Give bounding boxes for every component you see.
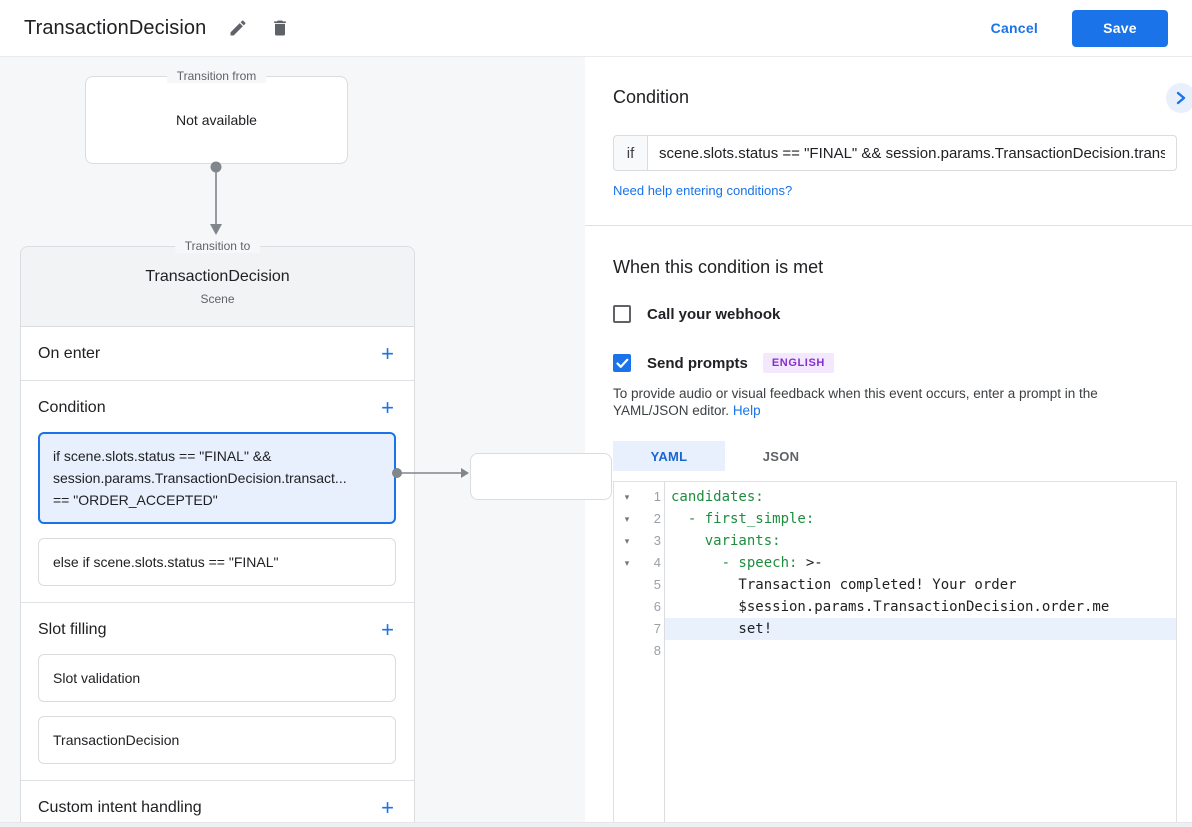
condition-panel-title: Condition <box>613 87 1177 108</box>
code-text: Transaction completed! Your order <box>665 574 1176 596</box>
panel-divider <box>585 225 1192 226</box>
scene-section-custom-intent-handling: Custom intent handling + <box>21 781 414 827</box>
save-button[interactable]: Save <box>1072 10 1168 47</box>
card-item[interactable]: Slot validation <box>38 654 396 702</box>
transition-to-label: Transition to <box>175 239 261 253</box>
section-label: Slot filling <box>38 621 106 639</box>
section-label: On enter <box>38 345 100 363</box>
add-icon[interactable]: + <box>381 798 396 818</box>
transition-from-label: Transition from <box>167 69 267 83</box>
code-line[interactable]: ▾4 - speech: >- <box>614 552 1176 574</box>
webhook-label: Call your webhook <box>647 306 780 323</box>
code-line[interactable]: 8 <box>614 640 1176 662</box>
code-line[interactable]: ▾3 variants: <box>614 530 1176 552</box>
condition-panel: Condition if Need help entering conditio… <box>585 57 1192 827</box>
code-text <box>665 640 1176 662</box>
line-number: 1 <box>640 486 661 508</box>
flow-canvas: Transition from Not available Transition… <box>0 57 585 827</box>
scene-sections: On enter + Condition + if scene.slots.status… <box>21 327 414 827</box>
editor-tabs: YAML JSON <box>613 441 1177 471</box>
language-badge: ENGLISH <box>763 353 834 373</box>
editor-gutter: ▾2 <box>614 508 665 530</box>
editor-gutter: ▾1 <box>614 486 665 508</box>
line-number: 6 <box>640 596 661 618</box>
tab-json[interactable]: JSON <box>725 441 837 471</box>
editor-gutter: ▾3 <box>614 530 665 552</box>
cancel-button[interactable]: Cancel <box>991 20 1038 36</box>
chevron-right-icon <box>1175 91 1187 105</box>
top-bar: TransactionDecision Cancel Save <box>0 0 1192 57</box>
scene-type: Scene <box>200 292 234 306</box>
delete-icon[interactable] <box>270 18 290 38</box>
fold-arrow-icon[interactable]: ▾ <box>614 486 640 508</box>
send-prompts-row: Send prompts ENGLISH <box>613 353 1177 373</box>
transition-from-box: Transition from Not available <box>85 76 348 164</box>
add-icon[interactable]: + <box>381 398 396 418</box>
code-text: candidates: <box>665 486 1176 508</box>
page-title: TransactionDecision <box>24 17 206 40</box>
prompts-description-text: To provide audio or visual feedback when… <box>613 386 1098 418</box>
section-label: Condition <box>38 399 106 417</box>
tab-yaml[interactable]: YAML <box>613 441 725 471</box>
webhook-row: Call your webhook <box>613 305 1177 323</box>
down-arrow <box>204 159 228 241</box>
editor-gutter: 8 <box>614 640 665 662</box>
code-line[interactable]: 6 $session.params.TransactionDecision.or… <box>614 596 1176 618</box>
scene-card-header: TransactionDecision Scene <box>21 247 414 327</box>
editor-lines: ▾1candidates:▾2 - first_simple:▾3 varian… <box>614 486 1176 662</box>
transition-target-node[interactable] <box>470 453 612 500</box>
transition-from-value: Not available <box>176 112 257 128</box>
yaml-code-editor[interactable]: ▾1candidates:▾2 - first_simple:▾3 varian… <box>613 481 1177 827</box>
add-icon[interactable]: + <box>381 620 396 640</box>
line-number: 8 <box>640 640 661 662</box>
code-text: - speech: >- <box>665 552 1176 574</box>
add-icon[interactable]: + <box>381 344 396 364</box>
scene-section-condition: Condition + if scene.slots.status == "FINA… <box>21 381 414 603</box>
code-text: variants: <box>665 530 1176 552</box>
code-text: $session.params.TransactionDecision.orde… <box>665 596 1176 618</box>
line-number: 4 <box>640 552 661 574</box>
when-met-title: When this condition is met <box>613 257 1177 278</box>
card-item[interactable]: if scene.slots.status == "FINAL" &&sessi… <box>38 432 396 524</box>
section-label: Custom intent handling <box>38 799 202 817</box>
code-line[interactable]: ▾1candidates: <box>614 486 1176 508</box>
send-prompts-label: Send prompts <box>647 355 748 372</box>
editor-gutter: ▾4 <box>614 552 665 574</box>
edit-icon[interactable] <box>228 18 248 38</box>
condition-connector-arrow <box>391 463 481 483</box>
send-prompts-checkbox[interactable] <box>613 354 631 372</box>
if-prefix-label: if <box>613 135 647 171</box>
code-text: set! <box>665 618 1176 640</box>
condition-help-link[interactable]: Need help entering conditions? <box>613 183 792 198</box>
code-text: - first_simple: <box>665 508 1176 530</box>
editor-gutter: 7 <box>614 618 665 640</box>
fold-arrow-icon[interactable]: ▾ <box>614 552 640 574</box>
fold-arrow-icon[interactable]: ▾ <box>614 530 640 552</box>
card-item[interactable]: else if scene.slots.status == "FINAL" <box>38 538 396 586</box>
condition-expression-input[interactable] <box>647 135 1177 171</box>
scene-section-on-enter: On enter + <box>21 327 414 381</box>
scene-card: Transition to TransactionDecision Scene … <box>20 246 415 827</box>
fold-arrow-icon[interactable]: ▾ <box>614 508 640 530</box>
help-link[interactable]: Help <box>733 403 761 418</box>
editor-gutter: 5 <box>614 574 665 596</box>
editor-gutter: 6 <box>614 596 665 618</box>
checkmark-icon <box>616 358 629 369</box>
card-item[interactable]: TransactionDecision <box>38 716 396 764</box>
scene-section-slot-filling: Slot filling + Slot validation TransactionD… <box>21 603 414 781</box>
line-number: 7 <box>640 618 661 640</box>
scene-name: TransactionDecision <box>145 268 289 286</box>
horizontal-scrollbar[interactable] <box>0 822 1192 827</box>
prompts-description: To provide audio or visual feedback when… <box>613 385 1175 419</box>
collapse-panel-button[interactable] <box>1166 83 1192 113</box>
webhook-checkbox[interactable] <box>613 305 631 323</box>
line-number: 5 <box>640 574 661 596</box>
code-line[interactable]: 7 set! <box>614 618 1176 640</box>
app-window: TransactionDecision Cancel Save Transiti… <box>0 0 1192 827</box>
code-line[interactable]: ▾2 - first_simple: <box>614 508 1176 530</box>
code-line[interactable]: 5 Transaction completed! Your order <box>614 574 1176 596</box>
line-number: 3 <box>640 530 661 552</box>
line-number: 2 <box>640 508 661 530</box>
